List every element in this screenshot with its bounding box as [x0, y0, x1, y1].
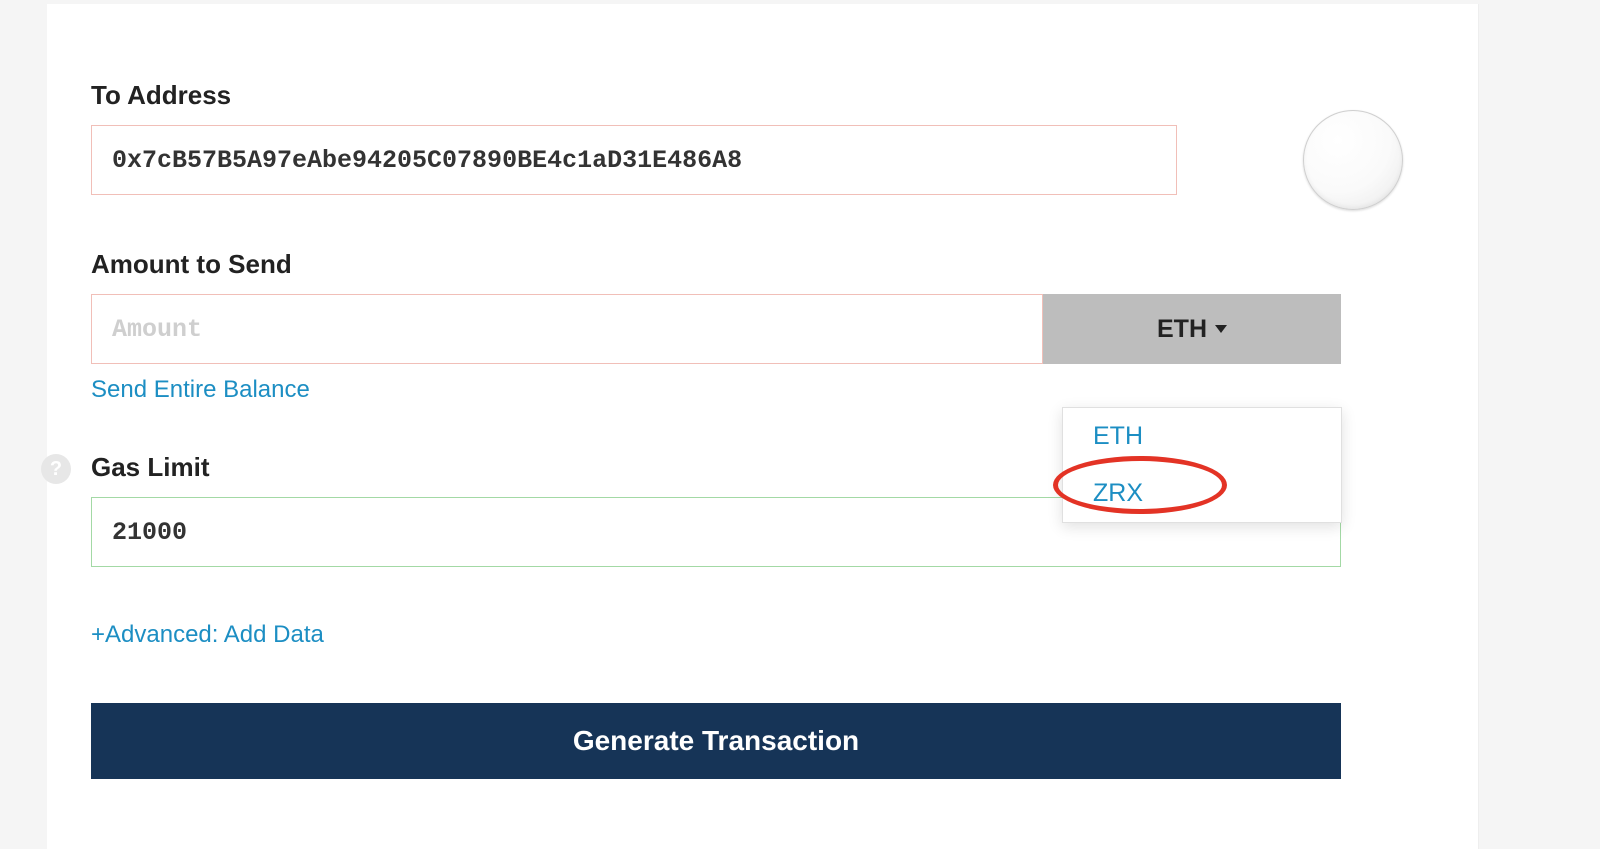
currency-dropdown: ETH ZRX — [1062, 407, 1342, 523]
amount-group: Amount to Send ETH ETH ZRX Send Entire B… — [91, 249, 1341, 404]
amount-input[interactable] — [91, 294, 1043, 364]
amount-row: ETH ETH ZRX — [91, 294, 1341, 364]
amount-label: Amount to Send — [91, 249, 1341, 280]
advanced-add-data-link[interactable]: +Advanced: Add Data — [91, 621, 324, 649]
currency-option-eth[interactable]: ETH — [1063, 408, 1341, 465]
to-address-input[interactable] — [91, 125, 1177, 195]
generate-transaction-button[interactable]: Generate Transaction — [91, 703, 1341, 779]
form-content: To Address Amount to Send ETH ETH ZRX — [91, 80, 1341, 779]
currency-select-button[interactable]: ETH — [1043, 294, 1341, 364]
currency-option-zrx[interactable]: ZRX — [1063, 465, 1341, 522]
advanced-section: +Advanced: Add Data — [91, 609, 1341, 649]
to-address-input-wrap — [91, 125, 1177, 195]
caret-down-icon — [1215, 325, 1227, 333]
currency-selected-label: ETH — [1157, 315, 1207, 344]
to-address-label: To Address — [91, 80, 1341, 111]
address-identicon — [1303, 110, 1403, 210]
generate-transaction-label: Generate Transaction — [573, 725, 859, 756]
send-transaction-form: To Address Amount to Send ETH ETH ZRX — [47, 4, 1479, 849]
send-entire-balance-link[interactable]: Send Entire Balance — [91, 376, 310, 404]
help-icon[interactable]: ? — [41, 454, 71, 484]
to-address-group: To Address — [91, 80, 1341, 195]
